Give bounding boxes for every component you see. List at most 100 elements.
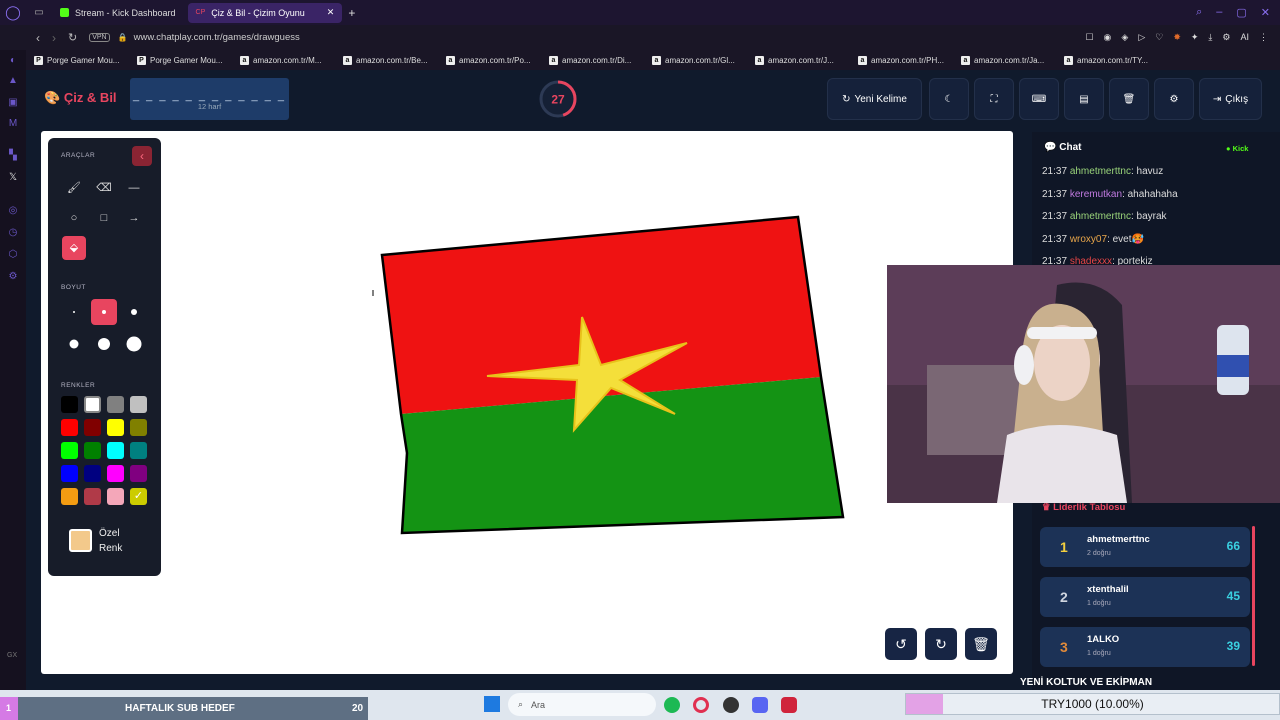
line-tool[interactable]: — xyxy=(122,176,146,200)
fullscreen-button[interactable]: ⛶ xyxy=(974,78,1014,120)
fill-tool[interactable]: ⬙ xyxy=(62,236,86,260)
color-swatch[interactable] xyxy=(61,442,78,459)
color-swatch[interactable] xyxy=(84,488,101,505)
player-icon[interactable]: ◎ xyxy=(6,204,20,218)
bookmark-item[interactable]: a amazon.com.tr/Di... xyxy=(549,55,644,65)
bookmark-icon[interactable]: ☐ xyxy=(1085,32,1093,43)
color-swatch[interactable]: ✓ xyxy=(130,488,147,505)
sidebar-settings-icon[interactable]: ⚙ xyxy=(6,270,20,284)
bookmark-item[interactable]: a amazon.com.tr/Ja... xyxy=(961,55,1056,65)
download-icon[interactable]: ⤓ xyxy=(1208,32,1212,43)
menu-icon[interactable]: ⋮ xyxy=(1259,32,1268,43)
forward-icon[interactable]: › xyxy=(52,31,56,45)
color-swatch[interactable] xyxy=(130,396,147,413)
cube-icon[interactable]: ⬡ xyxy=(6,248,20,262)
color-swatch[interactable] xyxy=(84,419,101,436)
redo-button[interactable]: ↻ xyxy=(925,628,957,660)
collapse-panel-button[interactable]: ‹ xyxy=(132,146,152,166)
close-tab-icon[interactable]: ✕ xyxy=(327,7,335,18)
url-field[interactable]: www.chatplay.com.tr/games/drawguess xyxy=(134,32,300,43)
leaderboard-scrollbar[interactable] xyxy=(1252,526,1255,666)
brush-tool[interactable]: 🖌 xyxy=(62,176,86,200)
color-swatch[interactable] xyxy=(130,419,147,436)
bag-icon[interactable]: ▲ xyxy=(6,74,20,88)
new-tab-button[interactable]: + xyxy=(348,6,355,20)
obs-icon[interactable] xyxy=(723,697,739,713)
extension-icon[interactable]: ✸ xyxy=(1173,32,1181,43)
undo-button[interactable]: ↺ xyxy=(885,628,917,660)
color-swatch[interactable] xyxy=(84,442,101,459)
color-swatch[interactable] xyxy=(107,419,124,436)
color-swatch[interactable] xyxy=(61,396,78,413)
color-swatch[interactable] xyxy=(130,465,147,482)
color-swatch[interactable] xyxy=(107,396,124,413)
size-option[interactable] xyxy=(121,331,147,357)
maximize-icon[interactable]: ▢ xyxy=(1236,6,1246,19)
settings-icon[interactable]: ⚙ xyxy=(1222,32,1230,43)
ai-button[interactable]: AI xyxy=(1240,32,1249,43)
color-swatch[interactable] xyxy=(107,488,124,505)
size-option[interactable] xyxy=(61,331,87,357)
taskbar-search[interactable]: ⌕ Ara xyxy=(508,693,656,716)
search-icon[interactable]: ⌕ xyxy=(1196,6,1202,19)
discord-icon[interactable] xyxy=(752,697,768,713)
spotify-icon[interactable] xyxy=(664,697,680,713)
bookmark-item[interactable]: a amazon.com.tr/Po... xyxy=(446,55,541,65)
keyboard-button[interactable]: ⌨ xyxy=(1019,78,1059,120)
workspace-icon[interactable]: ▭ xyxy=(26,7,52,18)
bookmark-item[interactable]: a amazon.com.tr/J... xyxy=(755,55,850,65)
color-swatch[interactable] xyxy=(84,465,101,482)
size-option[interactable] xyxy=(61,299,87,325)
opera-logo-icon[interactable]: ◯ xyxy=(0,4,26,21)
app-icon[interactable] xyxy=(781,697,797,713)
heart-icon[interactable]: ♡ xyxy=(1155,32,1163,43)
bookmark-item[interactable]: a amazon.com.tr/Gl... xyxy=(652,55,747,65)
opera-taskbar-icon[interactable] xyxy=(693,697,709,713)
size-option-selected[interactable] xyxy=(91,299,117,325)
color-swatch[interactable] xyxy=(61,488,78,505)
tab-draw-game[interactable]: CP Çiz & Bil - Çizim Oyunu ✕ xyxy=(187,2,343,23)
back-icon[interactable]: ‹ xyxy=(36,31,40,45)
history-icon[interactable]: ◷ xyxy=(6,226,20,240)
bookmark-item[interactable]: P Porge Gamer Mou... xyxy=(137,55,232,65)
start-button[interactable] xyxy=(484,696,500,712)
color-swatch[interactable] xyxy=(61,465,78,482)
close-window-icon[interactable]: ✕ xyxy=(1261,6,1270,19)
aria-icon[interactable]: ◐ xyxy=(6,54,20,68)
puzzle-icon[interactable]: ✦ xyxy=(1191,32,1199,43)
mail-icon[interactable]: M xyxy=(6,117,20,131)
color-swatch[interactable] xyxy=(130,442,147,459)
circle-tool[interactable]: ○ xyxy=(62,206,86,230)
new-word-button[interactable]: ↻ Yeni Kelime xyxy=(827,78,922,120)
shield-icon[interactable]: ◈ xyxy=(1121,32,1128,43)
drawing-canvas[interactable] xyxy=(41,131,1013,674)
archive-button[interactable]: ▤ xyxy=(1064,78,1104,120)
clear-canvas-button[interactable]: 🗑 xyxy=(965,628,997,660)
twitch-icon[interactable]: ▚ xyxy=(6,149,20,163)
minimize-icon[interactable]: – xyxy=(1216,6,1222,19)
color-swatch[interactable] xyxy=(61,419,78,436)
size-option[interactable] xyxy=(91,331,117,357)
messenger-icon[interactable]: ▣ xyxy=(6,96,20,110)
arrow-tool[interactable]: → xyxy=(122,206,146,230)
bookmark-item[interactable]: a amazon.com.tr/PH... xyxy=(858,55,953,65)
exit-button[interactable]: ⇥ Çıkış xyxy=(1199,78,1262,120)
x-icon[interactable]: 𝕏 xyxy=(6,171,20,185)
bookmark-item[interactable]: a amazon.com.tr/M... xyxy=(240,55,335,65)
clear-button[interactable]: 🗑 xyxy=(1109,78,1149,120)
bookmark-item[interactable]: P Porge Gamer Mou... xyxy=(34,55,129,65)
camera-icon[interactable]: ◉ xyxy=(1104,32,1112,43)
theme-toggle-button[interactable]: ☾ xyxy=(929,78,969,120)
bookmark-item[interactable]: a amazon.com.tr/TY... xyxy=(1064,55,1159,65)
bookmark-item[interactable]: a amazon.com.tr/Be... xyxy=(343,55,438,65)
color-swatch[interactable] xyxy=(107,442,124,459)
eraser-tool[interactable]: ⌫ xyxy=(92,176,116,200)
color-swatch[interactable] xyxy=(84,396,101,413)
vpn-badge[interactable]: VPN xyxy=(89,33,110,42)
custom-color-swatch[interactable] xyxy=(69,529,92,552)
rectangle-tool[interactable]: □ xyxy=(92,206,116,230)
settings-button[interactable]: ⚙ xyxy=(1154,78,1194,120)
tab-kick-dashboard[interactable]: Stream - Kick Dashboard xyxy=(52,3,184,23)
play-icon[interactable]: ▷ xyxy=(1138,32,1145,43)
color-swatch[interactable] xyxy=(107,465,124,482)
